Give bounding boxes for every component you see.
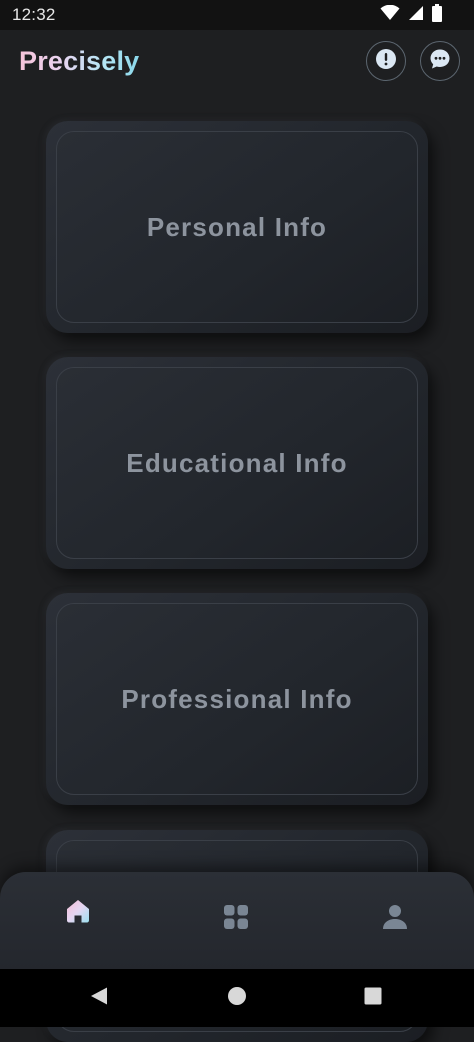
card-inner: Personal Info	[56, 131, 418, 323]
battery-icon	[432, 3, 442, 27]
back-triangle-icon	[89, 986, 109, 1011]
wifi-icon	[380, 4, 400, 26]
nav-home[interactable]	[61, 896, 95, 930]
status-time: 12:32	[12, 5, 56, 24]
professional-info-card[interactable]: Professional Info	[46, 593, 428, 805]
app-header: Precisely	[0, 30, 474, 100]
system-home-button[interactable]	[226, 986, 248, 1011]
grid-icon	[223, 904, 249, 935]
nav-grid[interactable]	[219, 902, 253, 936]
recents-square-icon	[363, 986, 383, 1011]
personal-info-card[interactable]: Personal Info	[46, 121, 428, 333]
card-inner: Educational Info	[56, 367, 418, 559]
bottom-nav	[0, 872, 474, 969]
card-label: Personal Info	[146, 211, 328, 242]
nav-profile[interactable]	[378, 902, 412, 936]
status-bar: 12:32	[0, 0, 474, 30]
recents-button[interactable]	[362, 987, 384, 1009]
person-icon	[382, 904, 408, 935]
system-nav-bar	[0, 969, 474, 1027]
chat-button[interactable]	[420, 41, 460, 81]
card-inner: Professional Info	[56, 603, 418, 795]
educational-info-card[interactable]: Educational Info	[46, 357, 428, 569]
alert-button[interactable]	[366, 41, 406, 81]
card-label: Professional Info	[121, 683, 353, 714]
home-circle-icon	[227, 986, 247, 1011]
back-button[interactable]	[88, 987, 110, 1009]
signal-icon	[408, 5, 424, 26]
card-label: Educational Info	[126, 447, 348, 478]
chat-bubble-icon	[429, 48, 451, 75]
home-icon	[65, 898, 91, 929]
exclamation-icon	[375, 48, 397, 75]
status-icons	[380, 3, 442, 27]
app-title: Precisely	[19, 46, 140, 76]
